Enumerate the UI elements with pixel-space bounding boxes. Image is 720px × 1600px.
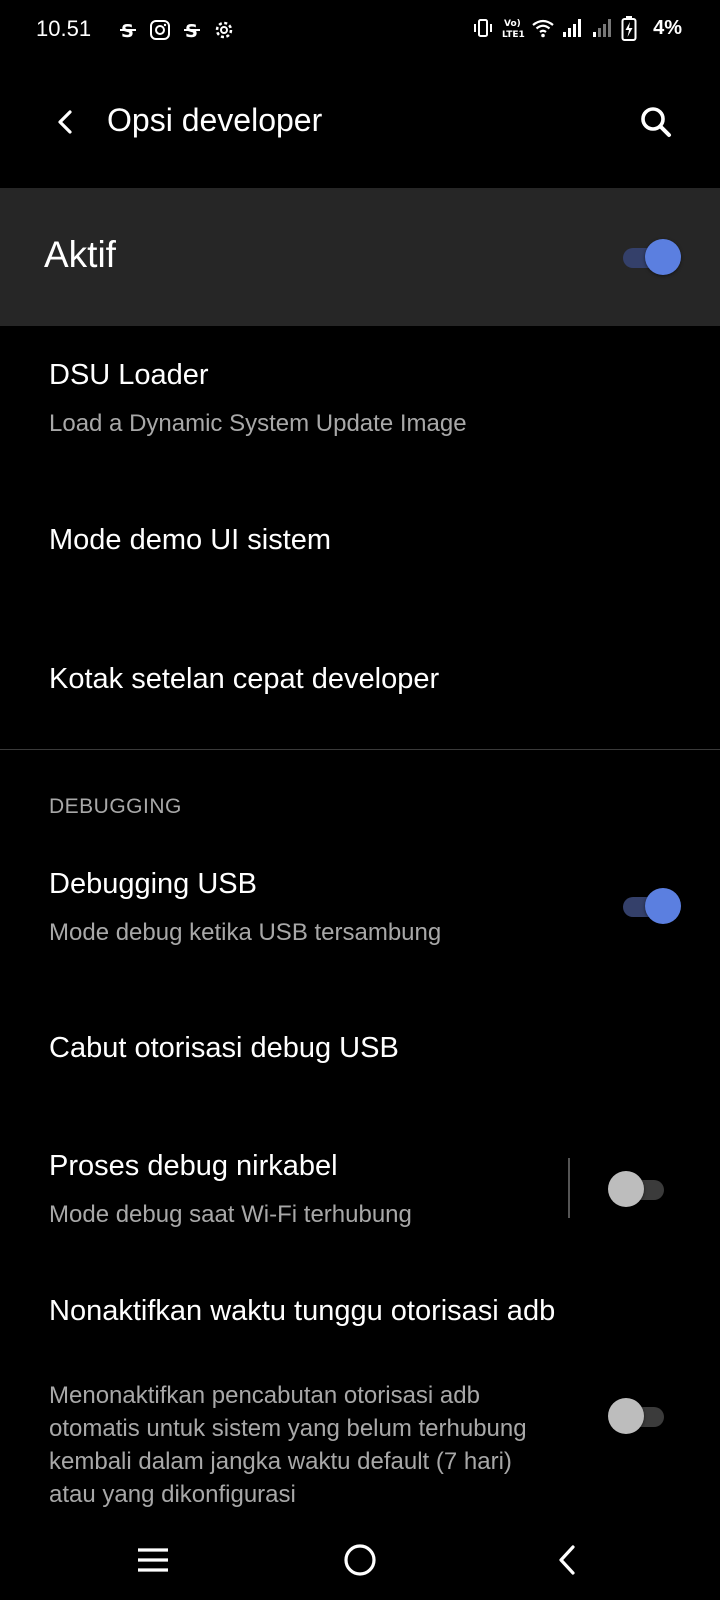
- toggle-thumb: [645, 888, 681, 924]
- battery-percent: 4%: [653, 16, 682, 39]
- usb-debugging-toggle[interactable]: [621, 888, 681, 924]
- section-header-debugging: DEBUGGING: [49, 795, 182, 818]
- search-icon: [641, 107, 671, 137]
- toggle-thumb: [608, 1398, 644, 1434]
- navigation-bar: [0, 1520, 720, 1600]
- item-summary: Mode debug saat Wi-Fi terhubung: [49, 1201, 412, 1228]
- recents-icon: [138, 1548, 168, 1572]
- battery-charging-icon: [621, 16, 645, 41]
- vertical-separator: [568, 1158, 570, 1218]
- nav-back-button[interactable]: [542, 1534, 594, 1586]
- volte-icon: Vo) LTE1: [501, 16, 525, 40]
- demo-mode-item[interactable]: Mode demo UI sistem: [0, 470, 720, 610]
- svg-text:S: S: [121, 21, 134, 42]
- disable-adb-timeout-item[interactable]: Nonaktifkan waktu tunggu otorisasi adb M…: [0, 1280, 720, 1520]
- search-button[interactable]: [632, 98, 680, 146]
- item-title: Cabut otorisasi debug USB: [49, 1032, 399, 1064]
- item-title: Debugging USB: [49, 868, 257, 900]
- svg-text:S: S: [185, 21, 198, 42]
- master-toggle[interactable]: [621, 239, 681, 275]
- vibrate-icon: [471, 16, 495, 40]
- svg-text:Vo): Vo): [504, 19, 521, 29]
- home-icon: [344, 1544, 376, 1576]
- dsu-loader-item[interactable]: DSU Loader Load a Dynamic System Update …: [0, 326, 720, 466]
- item-title: Nonaktifkan waktu tunggu otorisasi adb: [49, 1295, 556, 1327]
- instagram-icon: [148, 18, 172, 42]
- divider: [0, 749, 720, 750]
- item-title: DSU Loader: [49, 359, 209, 391]
- back-button[interactable]: [42, 98, 90, 146]
- signal-icon: [561, 16, 585, 40]
- gear-icon: [212, 18, 236, 42]
- app-bar: Opsi developer: [0, 60, 720, 188]
- s-icon: S: [180, 18, 204, 42]
- signal-weak-icon: [591, 16, 615, 40]
- item-title: Mode demo UI sistem: [49, 524, 332, 556]
- wireless-debugging-toggle[interactable]: [608, 1171, 668, 1207]
- arrow-back-icon: [58, 110, 72, 134]
- back-icon: [559, 1545, 575, 1575]
- wifi-icon: [531, 16, 555, 40]
- item-summary: Menonaktifkan pencabutan otorisasi adb o…: [49, 1382, 527, 1508]
- item-title: Proses debug nirkabel: [49, 1150, 338, 1182]
- toggle-thumb: [645, 239, 681, 275]
- notification-icons: S S: [116, 18, 236, 42]
- status-time: 10.51: [36, 16, 92, 41]
- toggle-thumb: [608, 1171, 644, 1207]
- s-icon: S: [116, 18, 140, 42]
- recents-button[interactable]: [127, 1534, 179, 1586]
- status-bar: 10.51 S S Vo) LTE1 4%: [0, 0, 720, 60]
- master-switch-label: Aktif: [44, 234, 116, 275]
- usb-debugging-item[interactable]: Debugging USB Mode debug ketika USB ters…: [0, 842, 720, 992]
- home-button[interactable]: [334, 1534, 386, 1586]
- system-status-icons: Vo) LTE1 4%: [471, 16, 682, 41]
- item-summary: Mode debug ketika USB tersambung: [49, 919, 442, 946]
- revoke-usb-debug-item[interactable]: Cabut otorisasi debug USB: [0, 1000, 720, 1130]
- page-title: Opsi developer: [107, 102, 323, 138]
- quick-settings-tiles-item[interactable]: Kotak setelan cepat developer: [0, 612, 720, 748]
- master-switch-row[interactable]: Aktif: [0, 188, 720, 326]
- item-title: Kotak setelan cepat developer: [49, 663, 440, 695]
- disable-adb-timeout-toggle[interactable]: [608, 1398, 668, 1434]
- svg-text:LTE1: LTE1: [502, 30, 525, 40]
- wireless-debugging-item[interactable]: Proses debug nirkabel Mode debug saat Wi…: [0, 1130, 720, 1270]
- item-summary: Load a Dynamic System Update Image: [49, 410, 467, 437]
